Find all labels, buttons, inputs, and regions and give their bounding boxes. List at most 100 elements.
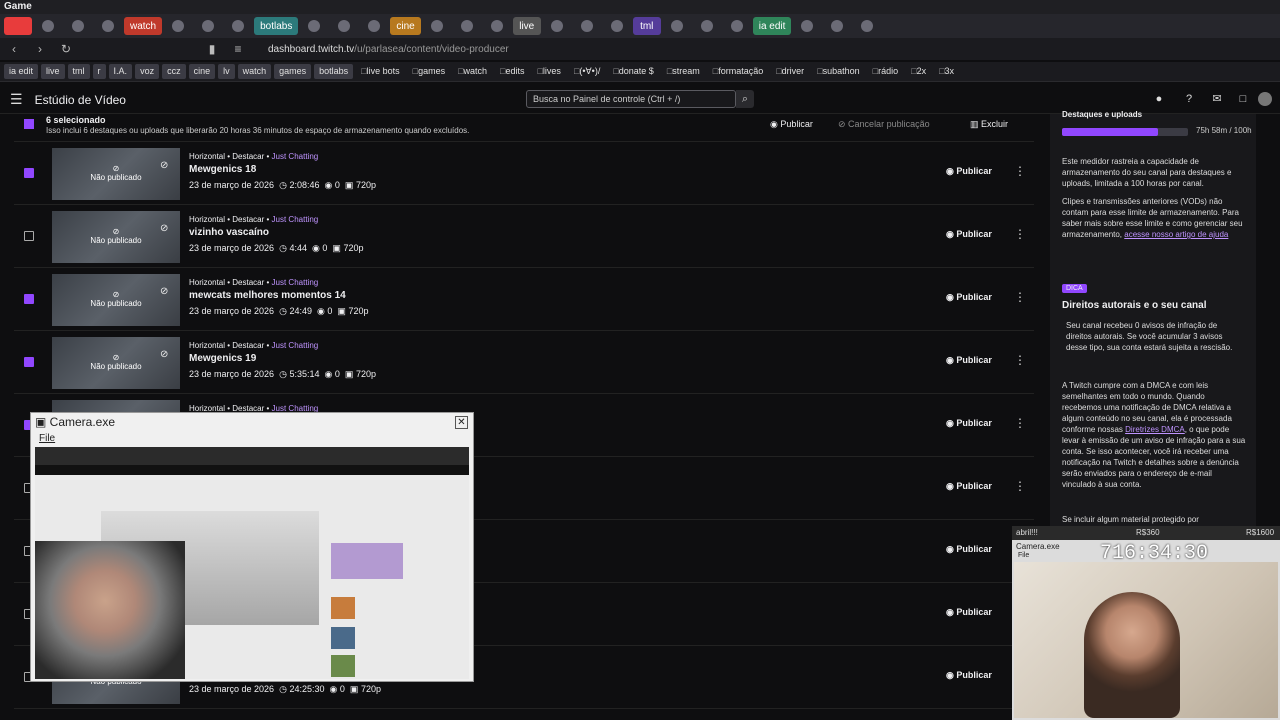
browser-tab[interactable]: tml bbox=[632, 17, 661, 35]
category-link[interactable]: Just Chatting bbox=[272, 341, 319, 350]
inbox-icon[interactable]: ✉ bbox=[1210, 92, 1224, 106]
tab-favicon-icon[interactable] bbox=[663, 17, 691, 35]
bulk-delete-button[interactable]: ▥ Excluir bbox=[970, 119, 1008, 130]
back-icon[interactable]: ‹ bbox=[6, 41, 22, 57]
bookmark-item[interactable]: r bbox=[92, 64, 106, 79]
whispers-icon[interactable]: □ bbox=[1236, 92, 1250, 106]
tab-favicon-icon[interactable] bbox=[300, 17, 328, 35]
more-options-icon[interactable]: ⋮ bbox=[1014, 353, 1026, 367]
menu-icon[interactable]: ☰ bbox=[10, 91, 23, 108]
category-link[interactable]: Just Chatting bbox=[272, 278, 319, 287]
reload-icon[interactable]: ↻ bbox=[58, 41, 74, 57]
row-checkbox[interactable] bbox=[24, 294, 34, 304]
bookmark-item[interactable]: ia edit bbox=[4, 64, 39, 79]
bookmark-item[interactable]: ccz bbox=[162, 64, 186, 79]
bookmark-item[interactable]: driver bbox=[771, 64, 809, 79]
more-options-icon[interactable]: ⋮ bbox=[1014, 290, 1026, 304]
browser-tab[interactable] bbox=[4, 17, 32, 35]
tab-favicon-icon[interactable] bbox=[853, 17, 881, 35]
tab-favicon-icon[interactable] bbox=[453, 17, 481, 35]
video-title[interactable]: Mewgenics 19 bbox=[189, 353, 256, 364]
more-options-icon[interactable]: ⋮ bbox=[1014, 164, 1026, 178]
publish-button[interactable]: ◉ Publicar bbox=[946, 418, 992, 429]
bookmark-item[interactable]: lv bbox=[218, 64, 235, 79]
publish-button[interactable]: ◉ Publicar bbox=[946, 544, 992, 555]
bookmark-item[interactable]: voz bbox=[135, 64, 160, 79]
video-thumbnail[interactable]: ⊘Não publicado⊘ bbox=[52, 211, 180, 263]
tab-favicon-icon[interactable] bbox=[194, 17, 222, 35]
file-menu[interactable]: File bbox=[39, 433, 55, 444]
video-thumbnail[interactable]: ⊘Não publicado⊘ bbox=[52, 148, 180, 200]
bookmark-item[interactable]: lives bbox=[532, 64, 565, 79]
bookmark-item[interactable]: watch bbox=[237, 64, 272, 79]
bookmark-item[interactable]: stream bbox=[662, 64, 705, 79]
help-article-link[interactable]: acesse nosso artigo de ajuda bbox=[1124, 230, 1228, 239]
browser-tab[interactable]: live bbox=[512, 17, 541, 35]
bookmark-item[interactable]: watch bbox=[453, 64, 492, 79]
bookmark-item[interactable]: (•∀•)/ bbox=[569, 64, 605, 79]
tab-favicon-icon[interactable] bbox=[164, 17, 192, 35]
tab-favicon-icon[interactable] bbox=[423, 17, 451, 35]
notifications-icon[interactable]: ● bbox=[1152, 92, 1166, 106]
bookmark-item[interactable]: cine bbox=[188, 64, 216, 79]
tab-favicon-icon[interactable] bbox=[483, 17, 511, 35]
timer-file-menu[interactable]: File bbox=[1018, 552, 1029, 559]
select-all-checkbox[interactable] bbox=[24, 119, 34, 129]
timer-overlay-window[interactable]: abril!!! R$360 R$1600 Camera.exe File 71… bbox=[1012, 526, 1280, 720]
browser-tab[interactable]: watch bbox=[124, 17, 163, 35]
browser-tab[interactable]: ia edit bbox=[752, 17, 792, 35]
bookmark-item[interactable]: subathon bbox=[812, 64, 864, 79]
tab-favicon-icon[interactable] bbox=[573, 17, 601, 35]
video-thumbnail[interactable]: ⊘Não publicado⊘ bbox=[52, 337, 180, 389]
tab-favicon-icon[interactable] bbox=[603, 17, 631, 35]
browser-tab[interactable]: cine bbox=[390, 17, 421, 35]
bookmark-icon[interactable]: ▮ bbox=[204, 41, 220, 57]
bookmark-item[interactable]: rádio bbox=[868, 64, 903, 79]
tab-favicon-icon[interactable] bbox=[224, 17, 252, 35]
more-options-icon[interactable]: ⋮ bbox=[1014, 479, 1026, 493]
tab-favicon-icon[interactable] bbox=[64, 17, 92, 35]
publish-button[interactable]: ◉ Publicar bbox=[946, 670, 992, 681]
bookmark-item[interactable]: live bots bbox=[356, 64, 404, 79]
bulk-publish-button[interactable]: ◉ Publicar bbox=[770, 119, 813, 130]
tab-favicon-icon[interactable] bbox=[94, 17, 122, 35]
publish-button[interactable]: ◉ Publicar bbox=[946, 166, 992, 177]
bookmark-item[interactable]: tml bbox=[67, 64, 90, 79]
tab-favicon-icon[interactable] bbox=[543, 17, 571, 35]
publish-button[interactable]: ◉ Publicar bbox=[946, 292, 992, 303]
publish-button[interactable]: ◉ Publicar bbox=[946, 481, 992, 492]
row-checkbox[interactable] bbox=[24, 168, 34, 178]
url-field[interactable]: dashboard.twitch.tv/u/parlasea/content/v… bbox=[268, 44, 509, 55]
camera-window[interactable]: ▣ Camera.exe ✕ File bbox=[30, 412, 474, 682]
tab-favicon-icon[interactable] bbox=[693, 17, 721, 35]
bookmark-item[interactable]: formatação bbox=[708, 64, 768, 79]
browser-tab[interactable]: botlabs bbox=[254, 17, 299, 35]
publish-button[interactable]: ◉ Publicar bbox=[946, 229, 992, 240]
site-info-icon[interactable]: ≡ bbox=[230, 41, 246, 57]
tab-favicon-icon[interactable] bbox=[34, 17, 62, 35]
video-thumbnail[interactable]: ⊘Não publicado⊘ bbox=[52, 274, 180, 326]
video-title[interactable]: mewcats melhores momentos 14 bbox=[189, 290, 346, 301]
forward-icon[interactable]: › bbox=[32, 41, 48, 57]
publish-button[interactable]: ◉ Publicar bbox=[946, 607, 992, 618]
row-checkbox[interactable] bbox=[24, 357, 34, 367]
video-title[interactable]: Mewgenics 18 bbox=[189, 164, 256, 175]
category-link[interactable]: Just Chatting bbox=[272, 215, 319, 224]
help-icon[interactable]: ? bbox=[1182, 92, 1196, 106]
tab-favicon-icon[interactable] bbox=[330, 17, 358, 35]
more-options-icon[interactable]: ⋮ bbox=[1014, 227, 1026, 241]
search-icon[interactable]: ⌕ bbox=[736, 90, 754, 108]
tab-favicon-icon[interactable] bbox=[793, 17, 821, 35]
close-icon[interactable]: ✕ bbox=[455, 416, 468, 429]
bookmark-item[interactable]: live bbox=[41, 64, 65, 79]
bookmark-item[interactable]: games bbox=[408, 64, 450, 79]
bookmark-item[interactable]: botlabs bbox=[314, 64, 354, 79]
tab-favicon-icon[interactable] bbox=[723, 17, 751, 35]
bookmark-item[interactable]: edits bbox=[495, 64, 529, 79]
avatar[interactable] bbox=[1258, 92, 1272, 106]
row-checkbox[interactable] bbox=[24, 231, 34, 241]
publish-button[interactable]: ◉ Publicar bbox=[946, 355, 992, 366]
bookmark-item[interactable]: I.A. bbox=[108, 64, 133, 79]
bookmark-item[interactable]: 3x bbox=[934, 64, 959, 79]
category-link[interactable]: Just Chatting bbox=[272, 152, 319, 161]
